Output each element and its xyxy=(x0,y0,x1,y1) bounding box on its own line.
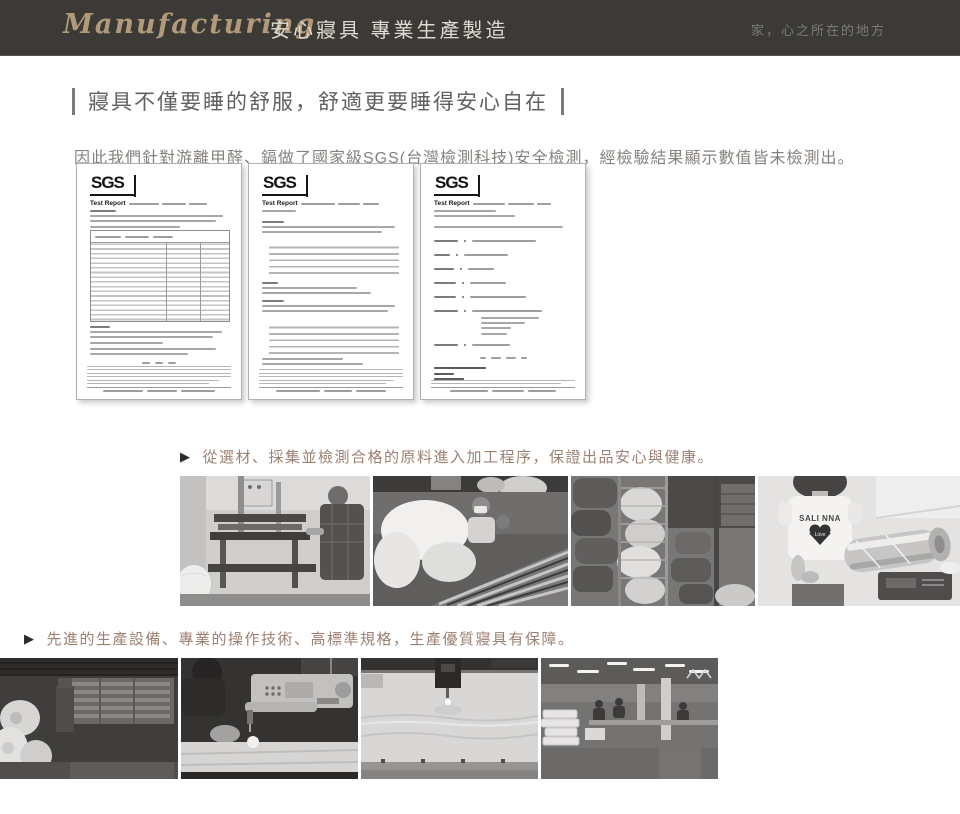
sgs-certificate-3: SGS Test Report xyxy=(420,163,586,400)
photo-quilting-machine xyxy=(361,658,538,779)
test-results-table xyxy=(90,230,230,322)
photo-strip-2 xyxy=(0,658,718,779)
photo-material-stock xyxy=(571,476,755,606)
report-title: Test Report xyxy=(262,200,298,207)
result-table-1 xyxy=(269,242,399,276)
sgs-certificate-2: SGS Test Report xyxy=(248,163,414,400)
tshirt-text-love: Love xyxy=(815,532,826,538)
heading-bar-left xyxy=(72,88,75,115)
process-step-1-text: 從選材、採集並檢測合格的原料進入加工程序，保證出品安心與健康。 xyxy=(203,446,715,467)
header-bar: Manufacturing 安心寢具 專業生產製造 家，心之所在的地方 xyxy=(0,0,960,56)
report-title: Test Report xyxy=(434,200,470,207)
photo-strip-1: SALI NNA Love xyxy=(180,476,960,606)
section-heading: 寢具不僅要睡的舒服，舒適更要睡得安心自在 xyxy=(72,86,564,116)
sgs-logo: SGS xyxy=(90,174,136,196)
result-table-2 xyxy=(269,322,399,354)
sgs-logo: SGS xyxy=(262,174,308,196)
arrow-right-icon: ▶ xyxy=(180,450,192,463)
tshirt-text: SALI NNA xyxy=(799,514,841,523)
sgs-certificate-1: SGS Test Report xyxy=(76,163,242,400)
header-tagline: 家，心之所在的地方 xyxy=(751,20,886,39)
photo-packed-roll: SALI NNA Love xyxy=(758,476,960,606)
arrow-right-icon: ▶ xyxy=(24,632,36,645)
process-step-2: ▶ 先進的生產設備、專業的操作技術、高標準規格，生產優質寢具有保障。 xyxy=(24,628,575,649)
photo-sewing-machine-closeup xyxy=(181,658,358,779)
photo-sewing-floor xyxy=(541,658,718,779)
report-title: Test Report xyxy=(90,200,126,207)
header-title: 安心寢具 專業生產製造 xyxy=(270,14,509,43)
process-step-2-text: 先進的生產設備、專業的操作技術、高標準規格，生產優質寢具有保障。 xyxy=(47,628,575,649)
sgs-logo: SGS xyxy=(434,174,480,196)
process-step-1: ▶ 從選材、採集並檢測合格的原料進入加工程序，保證出品安心與健康。 xyxy=(180,446,714,467)
heading-bar-right xyxy=(561,88,564,115)
photo-duvet-filling xyxy=(373,476,568,606)
section-heading-text: 寢具不僅要睡的舒服，舒適更要睡得安心自在 xyxy=(88,86,548,116)
photo-warehouse-rolls xyxy=(0,658,178,779)
manufacturing-page: Manufacturing 安心寢具 專業生產製造 家，心之所在的地方 寢具不僅… xyxy=(0,0,960,814)
photo-pressing-machine xyxy=(180,476,370,606)
